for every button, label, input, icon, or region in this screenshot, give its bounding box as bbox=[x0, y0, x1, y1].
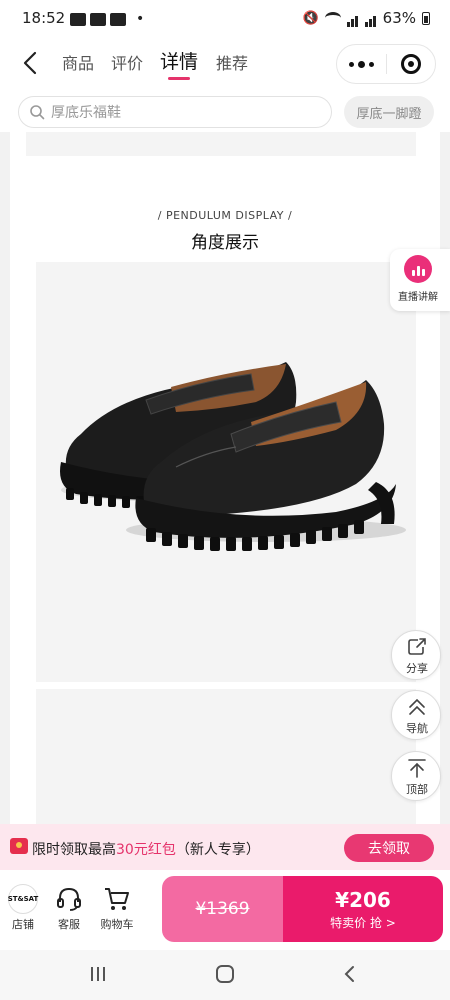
store-button[interactable]: ST&SAT 店铺 bbox=[0, 882, 46, 932]
customer-service-label: 客服 bbox=[58, 918, 80, 931]
signal-icon bbox=[364, 9, 377, 27]
status-bar: 18:52 • 🔇 63% bbox=[0, 0, 450, 36]
search-placeholder: 厚底乐福鞋 bbox=[51, 105, 121, 121]
store-logo: ST&SAT bbox=[8, 884, 38, 914]
previous-image-bottom bbox=[26, 132, 416, 156]
system-back-icon[interactable] bbox=[340, 964, 360, 984]
sale-caption: 特卖价 抢 > bbox=[330, 915, 396, 930]
next-product-photo bbox=[36, 689, 416, 824]
system-icons: 🔇 63% bbox=[302, 9, 430, 27]
promo-highlight: 30元红包 bbox=[116, 842, 176, 858]
back-to-top-label: 顶部 bbox=[406, 783, 428, 796]
customer-service-button[interactable]: 客服 bbox=[46, 882, 92, 932]
section-title: 角度展示 bbox=[191, 233, 259, 253]
tab-details[interactable]: 详情 bbox=[160, 47, 199, 80]
more-notifications-icon: • bbox=[136, 11, 145, 27]
share-button[interactable]: 分享 bbox=[391, 630, 441, 680]
mute-icon: 🔇 bbox=[302, 10, 319, 26]
tab-goods[interactable]: 商品 bbox=[62, 50, 94, 74]
guide-button[interactable]: 导航 bbox=[391, 690, 441, 740]
live-explain-label: 直播讲解 bbox=[398, 292, 438, 303]
target-icon bbox=[400, 54, 421, 74]
share-label: 分享 bbox=[406, 662, 428, 675]
close-mini-program-button[interactable] bbox=[387, 45, 436, 83]
youtube-icon bbox=[110, 12, 126, 26]
battery-icon bbox=[422, 11, 430, 25]
promo-text-after: （新人专享） bbox=[175, 842, 260, 858]
promo-bar: 限时领取最高30元红包（新人专享） 去领取 bbox=[0, 824, 450, 870]
search-input[interactable]: 厚底乐福鞋 bbox=[18, 96, 332, 128]
section-subtitle-en: / PENDULUM DISPLAY / bbox=[157, 209, 293, 222]
sale-price: ¥206 bbox=[335, 887, 391, 912]
active-tab-indicator bbox=[168, 77, 190, 80]
share-icon bbox=[408, 638, 426, 655]
search-icon bbox=[30, 105, 45, 120]
double-chevron-up-icon bbox=[409, 698, 425, 715]
nav-bar: 商品 评价 详情 推荐 bbox=[0, 36, 450, 92]
detail-content[interactable]: / PENDULUM DISPLAY / 角度展示 直播讲解 分享 导航 顶部 bbox=[0, 132, 450, 824]
original-price-button[interactable]: ¥1369 bbox=[162, 876, 283, 942]
tab-reviews[interactable]: 评价 bbox=[111, 50, 143, 74]
live-explain-button[interactable]: 直播讲解 bbox=[390, 249, 450, 311]
youtube-icon bbox=[90, 12, 106, 26]
buy-button-group: ¥1369 ¥206 特卖价 抢 > bbox=[162, 876, 443, 942]
gallery-icon bbox=[70, 12, 86, 26]
loafer-shoes-image bbox=[60, 362, 406, 551]
arrow-to-top-icon bbox=[408, 759, 426, 778]
wifi-icon bbox=[324, 12, 341, 24]
promo-text: 限时领取最高30元红包（新人专享） bbox=[32, 839, 260, 859]
mini-program-capsule bbox=[336, 44, 436, 84]
signal-icon bbox=[346, 9, 359, 27]
shopping-cart-icon bbox=[105, 888, 129, 910]
tab-details-label: 详情 bbox=[160, 51, 199, 73]
recent-apps-icon[interactable] bbox=[88, 964, 108, 984]
bottom-action-bar: ST&SAT 店铺 客服 购物车 ¥1369 ¥206 特卖价 抢 > bbox=[0, 870, 450, 950]
store-label: 店铺 bbox=[12, 918, 34, 931]
live-bars-icon bbox=[404, 255, 432, 283]
cart-label: 购物车 bbox=[100, 918, 134, 931]
search-row: 厚底乐福鞋 厚底一脚蹬 bbox=[0, 92, 450, 132]
chevron-left-icon bbox=[23, 51, 37, 75]
more-button[interactable] bbox=[337, 45, 386, 83]
buy-now-button[interactable]: ¥206 特卖价 抢 > bbox=[283, 876, 443, 942]
search-suggestion-chip[interactable]: 厚底一脚蹬 bbox=[344, 96, 434, 128]
red-envelope-icon bbox=[10, 838, 28, 854]
product-photo[interactable] bbox=[36, 262, 416, 682]
status-time: 18:52 bbox=[22, 9, 66, 27]
headset-icon bbox=[57, 887, 81, 911]
system-navigation-bar bbox=[0, 950, 450, 1000]
more-dots-icon bbox=[348, 60, 374, 68]
back-button[interactable] bbox=[18, 48, 48, 78]
home-icon[interactable] bbox=[214, 964, 236, 984]
promo-text-before: 限时领取最高 bbox=[32, 842, 116, 858]
guide-label: 导航 bbox=[406, 722, 428, 735]
back-to-top-button[interactable]: 顶部 bbox=[391, 751, 441, 801]
cart-button[interactable]: 购物车 bbox=[94, 882, 140, 932]
tab-recommend[interactable]: 推荐 bbox=[216, 50, 248, 74]
claim-coupon-button[interactable]: 去领取 bbox=[344, 834, 434, 862]
battery-percent: 63% bbox=[382, 9, 416, 27]
notification-icons: • bbox=[70, 11, 144, 27]
